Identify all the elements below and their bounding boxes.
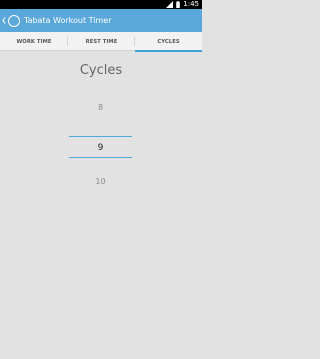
status-time: 1:45 xyxy=(183,0,199,8)
battery-icon xyxy=(176,1,181,8)
picker-next-value[interactable]: 10 xyxy=(69,177,132,186)
tab-cycles[interactable]: CYCLES xyxy=(135,32,202,52)
status-bar: 1:45 xyxy=(0,0,202,9)
picker-previous-value[interactable]: 8 xyxy=(69,103,132,112)
cycles-heading: Cycles xyxy=(79,63,123,78)
tab-bar: WORK TIME REST TIME CYCLES xyxy=(0,32,202,52)
chevron-left-icon xyxy=(2,17,6,24)
app-title: Tabata Workout Timer xyxy=(24,16,112,25)
signal-icon xyxy=(166,1,174,8)
app-logo-icon[interactable] xyxy=(8,14,20,27)
tab-label: WORK TIME xyxy=(16,38,52,45)
tab-label: REST TIME xyxy=(85,38,118,45)
picker-divider-top xyxy=(69,136,132,137)
picker-current-value[interactable]: 9 xyxy=(69,143,132,153)
picker-divider-bottom xyxy=(69,157,132,158)
tab-selected-indicator xyxy=(135,49,202,52)
tab-work-time[interactable]: WORK TIME xyxy=(0,32,68,51)
action-bar: Tabata Workout Timer xyxy=(0,9,202,32)
up-button[interactable] xyxy=(0,9,8,32)
tab-label: CYCLES xyxy=(157,38,180,45)
status-icons: 1:45 xyxy=(166,0,199,9)
tab-rest-time[interactable]: REST TIME xyxy=(68,32,135,51)
